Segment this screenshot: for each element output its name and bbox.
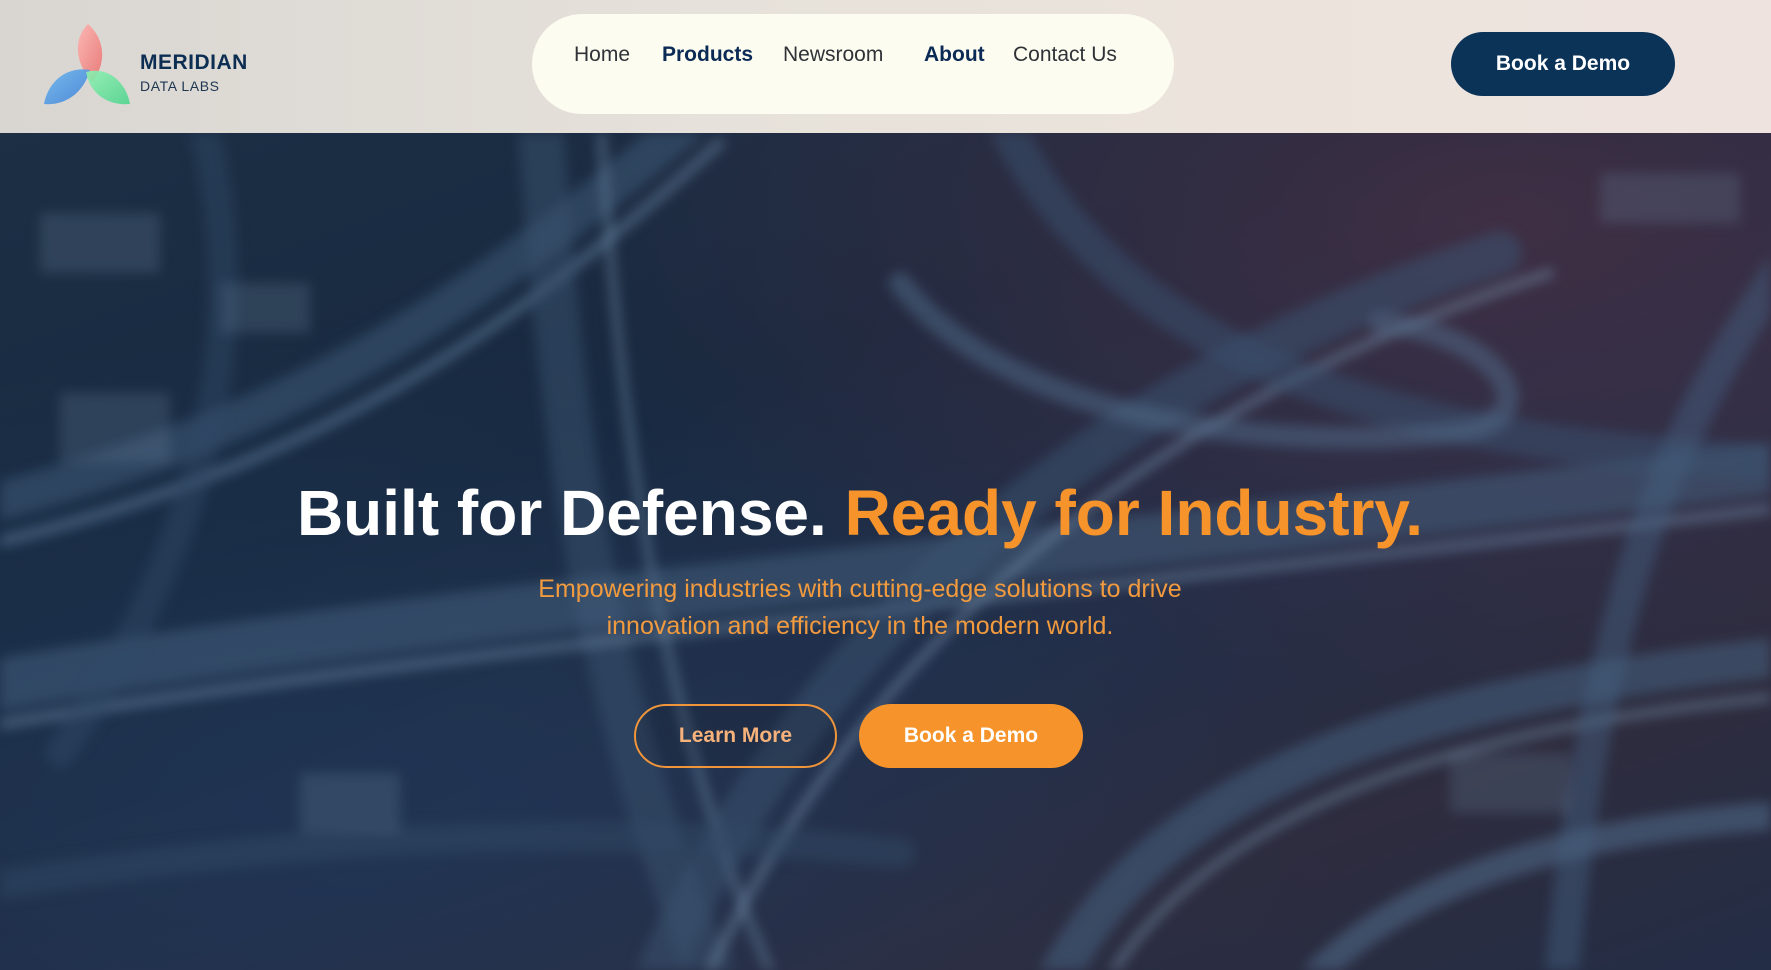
header-book-demo-button[interactable]: Book a Demo [1451,32,1675,96]
hero-title-part2: Ready for Industry. [844,476,1424,549]
brand-name: MERIDIAN [140,51,248,74]
hero-title: Built for Defense. Ready for Industry. [0,476,1720,550]
nav-link-contact[interactable]: Contact Us [1013,43,1117,67]
brand-tagline: DATA LABS [140,78,220,94]
tri-petal-logo-icon [44,24,130,105]
nav-link-newsroom[interactable]: Newsroom [783,43,883,67]
hero-subtitle-line1: Empowering industries with cutting-edge … [538,575,1182,603]
hero-book-demo-button[interactable]: Book a Demo [859,704,1083,768]
main-nav: Home Products Newsroom About Contact Us [532,14,1174,114]
nav-link-about[interactable]: About [924,43,985,67]
nav-link-home[interactable]: Home [574,43,630,67]
hero-subtitle: Empowering industries with cutting-edge … [0,571,1720,645]
hero-section: Built for Defense. Ready for Industry. E… [0,133,1771,970]
hero-title-part1: Built for Defense. [296,476,827,549]
site-header: MERIDIAN DATA LABS Home Products Newsroo… [0,0,1771,133]
hero-overlay [0,133,1771,970]
learn-more-button[interactable]: Learn More [634,704,837,768]
hero-subtitle-line2: innovation and efficiency in the modern … [606,612,1114,640]
brand-logo[interactable]: MERIDIAN DATA LABS [42,22,272,108]
nav-link-products[interactable]: Products [662,43,753,67]
